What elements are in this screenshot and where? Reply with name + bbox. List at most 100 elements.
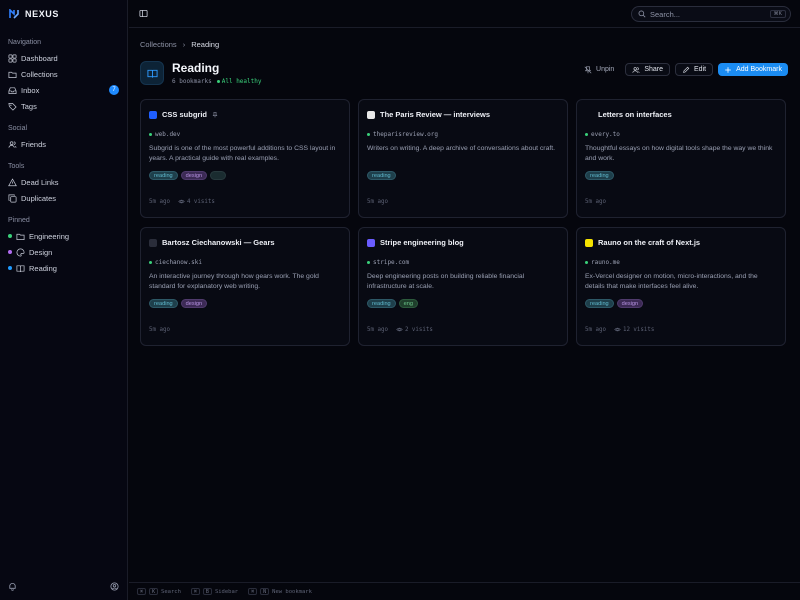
eye-icon [396, 327, 403, 332]
brand[interactable]: NEXUS [0, 0, 127, 28]
sidebar-toggle-icon[interactable] [139, 9, 148, 18]
shortcut-key: ⌘ [190, 588, 200, 595]
bookmark-title[interactable]: The Paris Review — interviews [380, 110, 490, 119]
sidebar-item-friends[interactable]: Friends [0, 136, 127, 152]
unpin-button[interactable]: Unpin [578, 63, 620, 76]
share-button[interactable]: Share [625, 63, 671, 76]
nexus-logo-icon [9, 8, 19, 19]
shortcut-label: Search [161, 588, 181, 595]
share-label: Share [644, 66, 664, 73]
tag-chip[interactable]: reading [367, 299, 396, 308]
tag-chip[interactable]: reading [585, 171, 614, 180]
bookmark-card[interactable]: The Paris Review — interviews theparisre… [358, 99, 568, 218]
bookmark-description: Deep engineering posts on building relia… [367, 273, 525, 290]
unpin-label: Unpin [596, 66, 615, 73]
bookmark-domain: web.dev [149, 131, 341, 138]
added-time: 5m ago [149, 198, 170, 205]
tag-chip[interactable]: design [180, 299, 208, 308]
warning-icon [8, 177, 17, 187]
bookmark-domain: theparisreview.org [367, 131, 559, 138]
shortcut-key: ⌘ [248, 588, 258, 595]
sidebar-item-reading[interactable]: Reading [0, 260, 127, 276]
topbar: ⌘K [129, 0, 800, 28]
tag-chip[interactable]: reading [149, 171, 178, 180]
shortcut-key: K [149, 588, 159, 595]
bookmark-title[interactable]: Rauno on the craft of Next.js [598, 238, 700, 247]
bookmark-card[interactable]: Letters on interfaces every.to Thoughtfu… [576, 99, 786, 218]
bookmark-card[interactable]: Rauno on the craft of Next.js rauno.me E… [576, 227, 786, 346]
account-icon[interactable] [110, 582, 119, 593]
tag-list: reading design [149, 299, 341, 308]
palette-icon [16, 248, 25, 257]
sidebar-item-inbox[interactable]: Inbox 7 [0, 82, 127, 98]
sidebar-item-tags[interactable]: Tags [0, 98, 127, 114]
tag-chip[interactable]: eng [398, 299, 419, 308]
tag-list: reading design [585, 299, 777, 308]
bookmark-card[interactable]: Stripe engineering blog stripe.com Deep … [358, 227, 568, 346]
sidebar: NEXUS Navigation Dashboard Collections Inbo… [0, 0, 128, 600]
sidebar-item-collections[interactable]: Collections [0, 66, 127, 82]
link-status-dot [367, 133, 370, 136]
users-icon [632, 66, 640, 73]
edit-button[interactable]: Edit [675, 63, 714, 76]
pinned-dot [8, 266, 12, 270]
sidebar-item-label: Dashboard [21, 53, 58, 63]
bookmark-title[interactable]: Stripe engineering blog [380, 238, 464, 247]
favicon-icon [585, 238, 593, 247]
book-icon [16, 264, 25, 273]
card-footer: 5m ago 2 visits [367, 326, 433, 333]
sidebar-item-label: Engineering [29, 231, 70, 241]
domain-label: web.dev [155, 131, 181, 138]
sidebar-item-label: Inbox [21, 85, 40, 95]
bookmark-title[interactable]: Letters on interfaces [598, 110, 672, 119]
plus-icon [725, 66, 731, 73]
bookmark-card[interactable]: Bartosz Ciechanowski — Gears ciechanow.s… [140, 227, 350, 346]
favicon-icon [585, 110, 593, 119]
added-time: 5m ago [367, 326, 388, 333]
add-bookmark-button[interactable]: Add Bookmark [718, 63, 788, 76]
shortcut-hint: ⌘ K Search [137, 588, 181, 595]
domain-label: stripe.com [373, 259, 410, 266]
book-icon [140, 61, 164, 85]
tag-chip[interactable]: design [180, 171, 208, 180]
search-box[interactable]: ⌘K [631, 6, 791, 22]
bookmark-domain: stripe.com [367, 259, 559, 266]
shortcut-label: New bookmark [272, 588, 312, 595]
visit-count: 4 visits [178, 198, 215, 205]
edit-label: Edit [694, 66, 707, 73]
sidebar-item-dashboard[interactable]: Dashboard [0, 50, 127, 66]
shortcut-key: N [260, 588, 270, 595]
breadcrumb-collections[interactable]: Collections [140, 40, 177, 49]
tag-icon [8, 102, 17, 111]
bell-icon[interactable] [8, 582, 17, 593]
shortcut-key: ⌘ [137, 588, 147, 595]
bookmark-title[interactable]: Bartosz Ciechanowski — Gears [162, 238, 275, 247]
pin-icon [212, 111, 218, 117]
sidebar-item-duplicates[interactable]: Duplicates [0, 190, 127, 206]
favicon-icon [367, 110, 375, 119]
bookmark-card[interactable]: CSS subgrid web.dev Subgrid is one of th… [140, 99, 350, 218]
tag-chip[interactable]: reading [585, 299, 614, 308]
visit-count: 2 visits [396, 326, 433, 333]
inbox-count-badge: 7 [109, 85, 119, 95]
bookmark-title[interactable]: CSS subgrid [162, 110, 207, 119]
tag-chip[interactable]: reading [367, 171, 396, 180]
sidebar-item-dead-links[interactable]: Dead Links [0, 174, 127, 190]
search-input[interactable] [650, 9, 760, 19]
shortcut-hint: ⌘ N New bookmark [248, 588, 312, 595]
link-status-dot [149, 261, 152, 264]
search-shortcut: ⌘K [769, 10, 786, 18]
breadcrumb: Collections › Reading [140, 40, 219, 49]
sidebar-item-engineering[interactable]: Engineering [0, 228, 127, 244]
copy-icon [8, 194, 17, 203]
shortcut-key: B [202, 588, 212, 595]
tag-chip[interactable] [210, 171, 227, 180]
app-name: NEXUS [25, 9, 60, 19]
tag-chip[interactable]: reading [149, 299, 178, 308]
domain-label: ciechanow.ski [155, 259, 202, 266]
added-time: 5m ago [585, 326, 606, 333]
tag-chip[interactable]: design [616, 299, 644, 308]
sidebar-item-design[interactable]: Design [0, 244, 127, 260]
bookmark-description: Ex-Vercel designer on motion, micro-inte… [585, 273, 758, 290]
link-status-dot [367, 261, 370, 264]
